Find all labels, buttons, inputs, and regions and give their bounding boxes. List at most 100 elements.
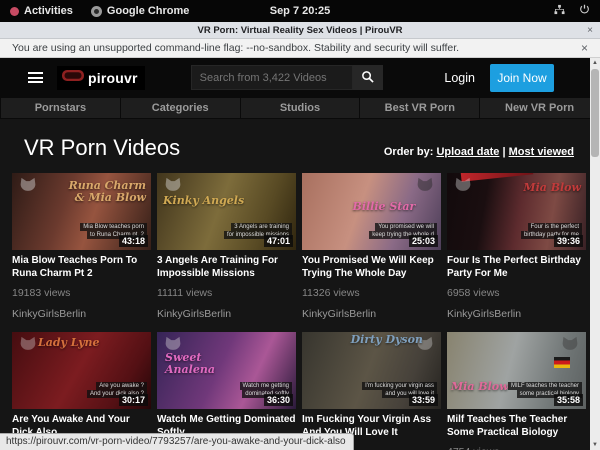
order-by-upload-date-link[interactable]: Upload date (436, 146, 499, 158)
video-views: 19183 views (12, 287, 151, 299)
menu-icon[interactable] (28, 72, 43, 83)
video-views: 11111 views (157, 287, 296, 299)
chrome-icon (91, 6, 102, 17)
cat-logo-icon (18, 177, 38, 200)
search-button[interactable] (353, 65, 383, 90)
thumbnail-caption: Mia Blow teaches porn (80, 223, 147, 231)
vr-headset-icon (61, 69, 85, 87)
duration-badge: 30:17 (119, 394, 148, 406)
video-title[interactable]: You Promised We Will Keep Trying The Who… (302, 255, 441, 280)
join-now-button[interactable]: Join Now (490, 64, 554, 92)
nav-item-new-vr-porn[interactable]: New VR Porn (480, 98, 599, 118)
duration-badge: 39:36 (554, 235, 583, 247)
thumbnail-caption: Four is the perfect (528, 223, 582, 231)
warning-message: You are using an unsupported command-lin… (12, 42, 459, 54)
page-heading-row: VR Porn Videos Order by: Upload date | M… (0, 119, 600, 173)
site-logo[interactable]: pirouvr (57, 66, 145, 90)
activities-label: Activities (24, 5, 73, 17)
video-card: Mia Blow Four is the perfect birthday pa… (447, 173, 586, 320)
order-by: Order by: Upload date | Most viewed (384, 146, 574, 158)
thumbnail-caption: 3 Angels are training (231, 223, 292, 231)
video-thumbnail[interactable]: Billie Star You promised we will keep tr… (302, 173, 441, 250)
site-header: pirouvr Login Join Now (0, 58, 600, 97)
thumbnail-caption: I'm fucking your virgin ass (362, 382, 437, 390)
video-thumbnail[interactable]: Mia Blow Four is the perfect birthday pa… (447, 173, 586, 250)
duration-badge: 36:30 (264, 394, 293, 406)
chrome-taskbar-item[interactable]: Google Chrome (91, 5, 190, 17)
duration-badge: 43:18 (119, 235, 148, 247)
system-bar: Activities Google Chrome Sep 7 20:25 (0, 0, 600, 22)
video-grid: Runa Charm & Mia Blow Mia Blow teaches p… (0, 173, 600, 450)
activities-button[interactable]: Activities (10, 5, 73, 17)
video-title[interactable]: Mia Blow Teaches Porn To Runa Charm Pt 2 (12, 255, 151, 280)
duration-badge: 47:01 (264, 235, 293, 247)
main-nav: Pornstars Categories Studios Best VR Por… (0, 97, 600, 119)
tab-close-icon[interactable]: × (587, 25, 593, 36)
tab-title[interactable]: VR Porn: Virtual Reality Sex Videos | Pi… (197, 25, 402, 36)
video-views: 11326 views (302, 287, 441, 299)
video-card: Mia Blow MILF teaches the teacher some p… (447, 332, 586, 450)
video-card: Billie Star You promised we will keep tr… (302, 173, 441, 320)
thumbnail-caption: Are you awake ? (96, 382, 147, 390)
network-icon[interactable] (554, 4, 565, 18)
cat-logo-icon (453, 177, 473, 200)
duration-badge: 35:58 (554, 394, 583, 406)
video-title[interactable]: Milf Teaches The Teacher Some Practical … (447, 414, 586, 439)
nav-item-pornstars[interactable]: Pornstars (1, 98, 120, 118)
video-thumbnail[interactable]: Lady Lyne Are you awake ? And your dick … (12, 332, 151, 409)
scroll-down-icon[interactable]: ▼ (592, 440, 598, 450)
thumbnail-caption: MILF teaches the teacher (508, 382, 582, 390)
order-by-label: Order by: (384, 146, 434, 158)
video-studio-link[interactable]: KinkyGirlsBerlin (12, 308, 151, 320)
video-views: 4754 views (447, 446, 586, 450)
nav-item-categories[interactable]: Categories (121, 98, 240, 118)
desktop-screen: Activities Google Chrome Sep 7 20:25 VR … (0, 0, 600, 450)
nav-item-studios[interactable]: Studios (241, 98, 360, 118)
magnifier-icon (361, 70, 374, 86)
order-by-most-viewed-link[interactable]: Most viewed (509, 146, 574, 158)
warning-bar: You are using an unsupported command-lin… (0, 39, 600, 58)
system-clock[interactable]: Sep 7 20:25 (270, 5, 331, 17)
video-thumbnail[interactable]: Kinky Angels 3 Angels are training for i… (157, 173, 296, 250)
thumbnail-model-name: Kinky Angels (163, 195, 249, 207)
video-card: Runa Charm & Mia Blow Mia Blow teaches p… (12, 173, 151, 320)
order-by-separator: | (502, 146, 505, 158)
video-thumbnail[interactable]: Dirty Dyson I'm fucking your virgin ass … (302, 332, 441, 409)
browser-tab-strip: VR Porn: Virtual Reality Sex Videos | Pi… (0, 22, 600, 39)
site-logo-text: pirouvr (88, 70, 138, 86)
status-url-bar: https://pirouvr.com/vr-porn-video/779325… (0, 433, 354, 450)
video-studio-link[interactable]: KinkyGirlsBerlin (302, 308, 441, 320)
duration-badge: 33:59 (409, 394, 438, 406)
video-thumbnail[interactable]: Runa Charm & Mia Blow Mia Blow teaches p… (12, 173, 151, 250)
scrollbar[interactable]: ▲ ▼ (590, 58, 600, 450)
scrollbar-thumb[interactable] (591, 69, 599, 157)
thumbnail-caption: Watch me getting (240, 382, 292, 390)
chrome-label: Google Chrome (107, 5, 190, 17)
activities-icon (10, 7, 19, 16)
video-card: Kinky Angels 3 Angels are training for i… (157, 173, 296, 320)
thumbnail-model-name: Runa Charm & Mia Blow (60, 180, 146, 203)
login-link[interactable]: Login (444, 71, 475, 85)
thumbnail-model-name: Billie Star (341, 201, 427, 213)
cat-logo-icon (415, 177, 435, 200)
thumbnail-model-name: Lady Lyne (38, 337, 124, 349)
cat-logo-icon (560, 336, 580, 359)
thumbnail-model-name: Dirty Dyson (344, 334, 430, 346)
thumbnail-caption: You promised we will (375, 223, 437, 231)
video-title[interactable]: Four Is The Perfect Birthday Party For M… (447, 255, 586, 280)
browser-viewport: pirouvr Login Join Now Pornstars Categor… (0, 58, 600, 450)
video-studio-link[interactable]: KinkyGirlsBerlin (447, 308, 586, 320)
thumbnail-model-name: Mia Blow (495, 182, 581, 194)
video-title[interactable]: 3 Angels Are Training For Impossible Mis… (157, 255, 296, 280)
duration-badge: 25:03 (409, 235, 438, 247)
video-studio-link[interactable]: KinkyGirlsBerlin (157, 308, 296, 320)
video-thumbnail[interactable]: Sweet Analena Watch me getting dominated… (157, 332, 296, 409)
video-thumbnail[interactable]: Mia Blow MILF teaches the teacher some p… (447, 332, 586, 409)
scroll-up-icon[interactable]: ▲ (592, 58, 598, 68)
search-bar (191, 65, 383, 90)
power-icon[interactable] (579, 4, 590, 18)
warning-close-icon[interactable]: × (581, 41, 588, 55)
page-title: VR Porn Videos (24, 135, 180, 161)
search-input[interactable] (191, 65, 353, 90)
nav-item-best-vr-porn[interactable]: Best VR Porn (360, 98, 479, 118)
